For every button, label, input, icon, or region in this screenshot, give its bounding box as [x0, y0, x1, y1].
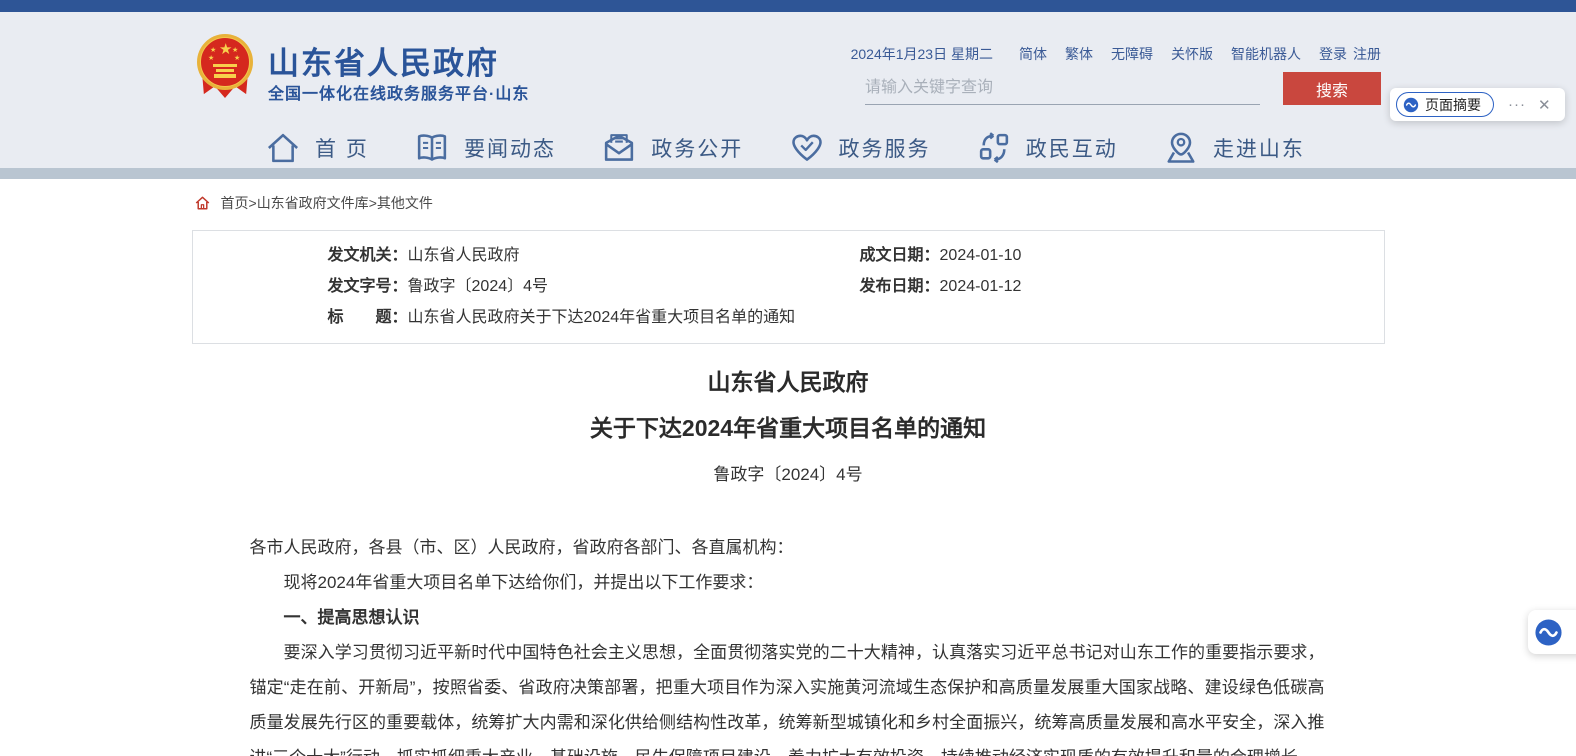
ai-assistant-icon — [1534, 618, 1563, 647]
paragraph-body-1: 要深入学习贯彻习近平新时代中国特色社会主义思想，全面贯彻落实党的二十大精神，认真… — [250, 635, 1325, 756]
map-pin-icon — [1163, 130, 1199, 166]
nav-item-interaction[interactable]: 政民互动 — [976, 130, 1118, 166]
meta-value: 2024-01-10 — [940, 245, 1022, 267]
ai-assistant-icon — [1403, 97, 1419, 113]
home-icon — [265, 130, 301, 166]
nav-label: 政务服务 — [839, 133, 931, 163]
page-summary-widget: 页面摘要 ··· ✕ — [1390, 88, 1565, 121]
emblem-gate-icon — [213, 64, 237, 78]
document-body: 各市人民政府，各县（市、区）人民政府，省政府各部门、各直属机构： 现将2024年… — [250, 530, 1325, 756]
chat-icon — [976, 130, 1012, 166]
breadcrumb-path: 首页>山东省政府文件库>其他文件 — [221, 193, 433, 213]
nav-item-news[interactable]: 要闻动态 — [414, 130, 556, 166]
register-link[interactable]: 注册 — [1353, 44, 1381, 64]
breadcrumb-separator: > — [369, 195, 377, 211]
search-button[interactable]: 搜索 — [1283, 72, 1381, 105]
meta-title: 标 题： 山东省人民政府关于下达2024年省重大项目名单的通知 — [328, 307, 1364, 329]
emblem-star-icon: ★ — [219, 42, 232, 57]
breadcrumb: 首页>山东省政府文件库>其他文件 — [194, 193, 1385, 213]
meta-label: 发文机关： — [328, 245, 408, 267]
search-bar: 搜索 — [865, 72, 1381, 105]
meta-label: 发布日期： — [860, 276, 940, 298]
nav-item-home[interactable]: 首 页 — [265, 130, 369, 166]
nav-label: 政务公开 — [651, 133, 743, 163]
nav-label: 政民互动 — [1026, 133, 1118, 163]
home-icon — [194, 195, 211, 211]
document-number: 鲁政字〔2024〕4号 — [192, 460, 1385, 485]
link-smart-robot[interactable]: 智能机器人 — [1231, 44, 1301, 64]
meta-label: 成文日期： — [860, 245, 940, 267]
nav-label: 要闻动态 — [464, 133, 556, 163]
page-summary-label: 页面摘要 — [1425, 95, 1481, 115]
link-accessibility[interactable]: 无障碍 — [1111, 44, 1153, 64]
paragraph-intro: 现将2024年省重大项目名单下达给你们，并提出以下工作要求： — [250, 565, 1325, 600]
nav-item-gov-disclosure[interactable]: 政务公开 — [601, 130, 743, 166]
link-traditional[interactable]: 繁体 — [1065, 44, 1093, 64]
heart-icon — [789, 130, 825, 166]
meta-label: 发文字号： — [328, 276, 408, 298]
meta-value: 鲁政字〔2024〕4号 — [408, 276, 549, 298]
document-meta-box: 发文机关： 山东省人民政府 成文日期： 2024-01-10 发文字号： 鲁政字… — [192, 230, 1385, 344]
top-accent-bar — [0, 0, 1576, 12]
paragraph-salutation: 各市人民政府，各县（市、区）人民政府，省政府各部门、各直属机构： — [250, 530, 1325, 565]
main-content: 首页>山东省政府文件库>其他文件 发文机关： 山东省人民政府 成文日期： 202… — [192, 193, 1385, 756]
meta-doc-number: 发文字号： 鲁政字〔2024〕4号 — [328, 276, 860, 298]
paragraph-heading-1: 一、提高思想认识 — [250, 600, 1325, 635]
search-input[interactable] — [865, 72, 1260, 105]
site-subtitle: 全国一体化在线政务服务平台·山东 — [268, 80, 529, 104]
meta-issuing-agency: 发文机关： 山东省人民政府 — [328, 245, 860, 267]
breadcrumb-item-other-docs[interactable]: 其他文件 — [377, 195, 433, 211]
meta-value: 山东省人民政府 — [408, 245, 520, 267]
link-care-version[interactable]: 关怀版 — [1171, 44, 1213, 64]
breadcrumb-item-home[interactable]: 首页 — [221, 195, 249, 211]
more-options-icon[interactable]: ··· — [1508, 96, 1526, 113]
emblem-star-icon: ★ — [210, 47, 216, 54]
main-nav: 首 页 要闻动态 政务公开 — [265, 122, 1305, 174]
emblem-star-icon: ★ — [234, 55, 240, 62]
document-title-line2: 关于下达2024年省重大项目名单的通知 — [192, 409, 1385, 443]
page-summary-button[interactable]: 页面摘要 — [1396, 92, 1494, 117]
meta-value: 2024-01-12 — [940, 276, 1022, 298]
envelope-icon — [601, 130, 637, 166]
emblem-star-icon: ★ — [232, 47, 238, 54]
ai-assistant-floater[interactable] — [1528, 610, 1576, 654]
nav-item-about-shandong[interactable]: 走进山东 — [1163, 130, 1305, 166]
national-emblem-logo[interactable]: ★ ★ ★ ★ ★ — [196, 34, 254, 102]
close-icon[interactable]: ✕ — [1538, 96, 1551, 114]
book-icon — [414, 130, 450, 166]
breadcrumb-separator: > — [249, 195, 257, 211]
top-utility-links: 2024年1月23日 星期二 简体 繁体 无障碍 关怀版 智能机器人 登录 注册 — [851, 44, 1381, 64]
meta-value: 山东省人民政府关于下达2024年省重大项目名单的通知 — [408, 307, 796, 329]
nav-item-gov-services[interactable]: 政务服务 — [789, 130, 931, 166]
current-date: 2024年1月23日 星期二 — [851, 44, 993, 64]
breadcrumb-item-library[interactable]: 山东省政府文件库 — [257, 195, 369, 211]
site-title: 山东省人民政府 — [268, 38, 499, 83]
meta-label: 标 题： — [328, 307, 408, 329]
login-link[interactable]: 登录 — [1319, 44, 1347, 64]
meta-publish-date: 发布日期： 2024-01-12 — [860, 276, 1364, 298]
emblem-star-icon: ★ — [208, 55, 214, 62]
meta-written-date: 成文日期： 2024-01-10 — [860, 245, 1364, 267]
nav-label: 走进山东 — [1213, 133, 1305, 163]
nav-label: 首 页 — [315, 133, 369, 163]
document-title-line1: 山东省人民政府 — [192, 363, 1385, 397]
link-simplified[interactable]: 简体 — [1019, 44, 1047, 64]
site-header: ★ ★ ★ ★ ★ 山东省人民政府 全国一体化在线政务服务平台·山东 2024年… — [0, 12, 1576, 168]
